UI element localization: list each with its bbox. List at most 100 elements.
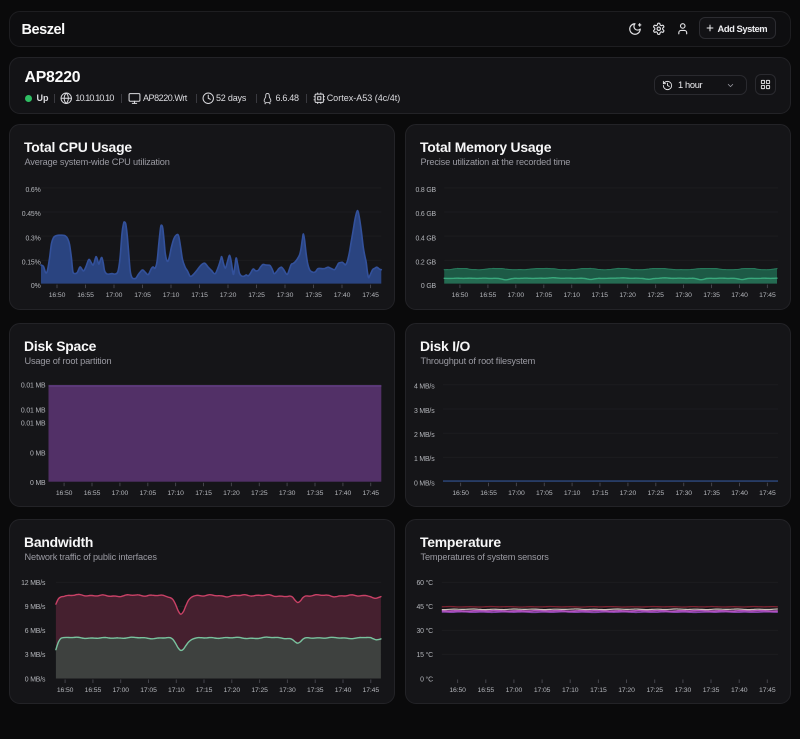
svg-text:17:35: 17:35 [703,292,720,299]
svg-text:0.2 GB: 0.2 GB [415,260,436,267]
svg-text:17:30: 17:30 [675,292,692,299]
svg-text:17:35: 17:35 [305,292,322,299]
svg-text:4 MB/s: 4 MB/s [414,384,435,391]
svg-text:16:55: 16:55 [480,490,497,497]
svg-text:17:45: 17:45 [759,292,776,299]
svg-text:3 MB/s: 3 MB/s [414,408,435,415]
svg-text:17:10: 17:10 [167,490,184,497]
svg-text:17:35: 17:35 [307,687,324,694]
svg-text:17:40: 17:40 [731,687,748,694]
svg-text:16:55: 16:55 [478,687,495,694]
svg-text:17:00: 17:00 [508,292,525,299]
svg-text:17:20: 17:20 [618,687,635,694]
svg-text:17:40: 17:40 [335,490,352,497]
svg-text:0.15%: 0.15% [22,260,41,267]
svg-text:17:20: 17:20 [620,490,637,497]
svg-text:0 GB: 0 GB [421,283,437,290]
svg-text:17:35: 17:35 [703,490,720,497]
svg-text:0 MB/s: 0 MB/s [414,481,435,488]
svg-text:0.6%: 0.6% [25,187,40,194]
svg-text:17:35: 17:35 [703,687,720,694]
svg-text:0%: 0% [31,283,41,290]
svg-text:0.8 GB: 0.8 GB [415,187,436,194]
svg-text:17:20: 17:20 [224,687,241,694]
svg-text:17:25: 17:25 [646,687,663,694]
svg-text:17:10: 17:10 [163,292,180,299]
svg-text:3 MB/s: 3 MB/s [25,652,46,659]
svg-text:17:35: 17:35 [307,490,324,497]
svg-text:17:40: 17:40 [335,687,352,694]
svg-text:17:40: 17:40 [731,292,748,299]
svg-text:6 MB/s: 6 MB/s [25,628,46,635]
svg-text:17:00: 17:00 [112,687,129,694]
svg-text:0.4 GB: 0.4 GB [415,235,436,242]
svg-text:17:10: 17:10 [168,687,185,694]
svg-text:0.01 MB: 0.01 MB [21,382,46,389]
svg-text:17:15: 17:15 [592,490,609,497]
svg-text:16:50: 16:50 [56,490,73,497]
svg-text:17:05: 17:05 [536,490,553,497]
svg-text:16:50: 16:50 [452,490,469,497]
svg-text:1 MB/s: 1 MB/s [414,456,435,463]
svg-text:30 °C: 30 °C [416,627,433,635]
svg-text:0.45%: 0.45% [22,211,41,218]
svg-text:17:45: 17:45 [362,490,379,497]
svg-text:17:25: 17:25 [251,490,268,497]
svg-text:17:25: 17:25 [251,687,268,694]
svg-text:17:15: 17:15 [591,292,608,299]
svg-text:16:55: 16:55 [77,292,94,299]
svg-text:17:15: 17:15 [195,490,212,497]
svg-text:17:30: 17:30 [279,490,296,497]
svg-text:16:55: 16:55 [85,687,102,694]
svg-text:17:05: 17:05 [140,490,157,497]
svg-text:0 MB/s: 0 MB/s [25,676,46,683]
svg-text:17:10: 17:10 [564,490,581,497]
svg-text:17:25: 17:25 [648,490,665,497]
svg-text:17:10: 17:10 [563,292,580,299]
svg-text:17:40: 17:40 [731,490,748,497]
svg-text:17:30: 17:30 [277,292,294,299]
svg-text:9 MB/s: 9 MB/s [25,604,46,611]
svg-text:12 MB/s: 12 MB/s [21,580,46,587]
svg-text:17:45: 17:45 [363,687,380,694]
svg-text:16:50: 16:50 [57,687,74,694]
svg-text:17:00: 17:00 [112,490,129,497]
svg-text:0.6 GB: 0.6 GB [415,211,436,218]
svg-text:17:40: 17:40 [334,292,351,299]
svg-text:16:50: 16:50 [449,687,466,694]
svg-text:0 MB: 0 MB [30,480,46,487]
svg-text:17:05: 17:05 [140,687,157,694]
svg-text:16:55: 16:55 [84,490,101,497]
svg-text:0.01 MB: 0.01 MB [21,407,46,414]
svg-text:17:45: 17:45 [362,292,379,299]
svg-text:16:55: 16:55 [480,292,497,299]
svg-text:0.01 MB: 0.01 MB [21,420,46,427]
svg-text:17:00: 17:00 [506,687,523,694]
svg-text:0 MB: 0 MB [30,451,46,458]
svg-text:60 °C: 60 °C [416,579,433,587]
svg-text:2 MB/s: 2 MB/s [414,432,435,439]
svg-text:17:15: 17:15 [191,292,208,299]
svg-text:15 °C: 15 °C [416,651,433,659]
svg-text:16:50: 16:50 [49,292,66,299]
svg-text:17:20: 17:20 [619,292,636,299]
svg-text:17:05: 17:05 [134,292,151,299]
svg-text:17:25: 17:25 [248,292,265,299]
svg-text:17:00: 17:00 [508,490,525,497]
svg-text:16:50: 16:50 [452,292,469,299]
svg-text:17:25: 17:25 [647,292,664,299]
svg-text:17:20: 17:20 [220,292,237,299]
svg-text:17:45: 17:45 [759,490,776,497]
svg-text:17:30: 17:30 [279,687,296,694]
svg-text:17:15: 17:15 [590,687,607,694]
svg-text:17:00: 17:00 [106,292,123,299]
svg-text:17:45: 17:45 [759,687,776,694]
svg-text:17:30: 17:30 [675,687,692,694]
svg-text:0.3%: 0.3% [25,235,40,242]
svg-text:17:05: 17:05 [536,292,553,299]
svg-text:17:10: 17:10 [562,687,579,694]
svg-text:0 °C: 0 °C [420,675,433,683]
svg-text:17:20: 17:20 [223,490,240,497]
svg-text:45 °C: 45 °C [416,603,433,611]
svg-text:17:30: 17:30 [675,490,692,497]
